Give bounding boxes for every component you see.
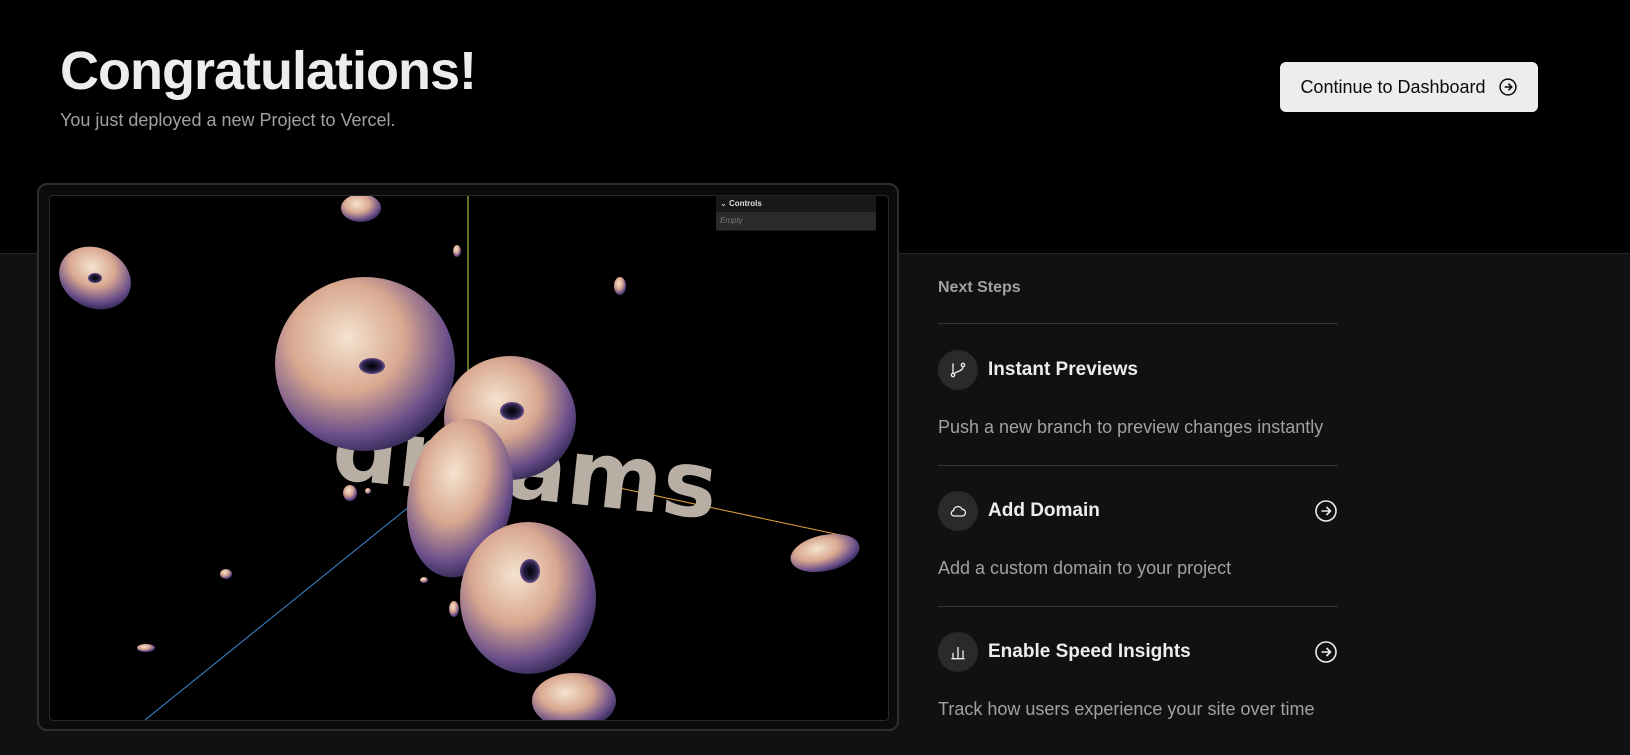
- arrow-circle-right-icon: [1498, 78, 1517, 96]
- step-add-domain[interactable]: Add Domain: [938, 490, 1338, 532]
- divider: [938, 606, 1338, 607]
- controls-header[interactable]: ⌄ Controls: [716, 196, 876, 212]
- page-subtitle: You just deployed a new Project to Verce…: [60, 110, 396, 130]
- cloud-icon: [938, 491, 978, 531]
- divider: [938, 323, 1338, 324]
- step-title: Instant Previews: [988, 359, 1138, 380]
- controls-empty-row: Empty: [716, 212, 876, 230]
- continue-to-dashboard-button[interactable]: Continue to Dashboard: [1280, 62, 1538, 112]
- arrow-circle-right-icon[interactable]: [1314, 499, 1338, 523]
- controls-panel[interactable]: ⌄ Controls Empty: [716, 196, 876, 231]
- step-instant-previews[interactable]: Instant Previews: [938, 349, 1338, 391]
- step-description: Push a new branch to preview changes ins…: [938, 417, 1324, 437]
- deployment-preview[interactable]: dreams ⌄ Controls: [49, 195, 889, 721]
- next-steps-heading: Next Steps: [938, 279, 1021, 296]
- chevron-down-icon: ⌄: [720, 199, 727, 208]
- step-enable-speed-insights[interactable]: Enable Speed Insights: [938, 631, 1338, 673]
- step-title: Enable Speed Insights: [988, 641, 1191, 662]
- donut-shapes: [59, 196, 860, 720]
- page-title: Congratulations!: [60, 41, 477, 101]
- step-description: Add a custom domain to your project: [938, 558, 1232, 578]
- git-branch-icon: [938, 350, 978, 390]
- bar-chart-icon: [938, 632, 978, 672]
- z-axis-line: [144, 505, 411, 720]
- divider: [938, 465, 1338, 466]
- step-title: Add Domain: [988, 500, 1100, 521]
- preview-scene: dreams: [59, 196, 860, 720]
- step-description: Track how users experience your site ove…: [938, 699, 1315, 719]
- controls-label: Controls: [728, 199, 762, 208]
- continue-to-dashboard-label: Continue to Dashboard: [1300, 76, 1486, 97]
- arrow-circle-right-icon[interactable]: [1314, 640, 1338, 664]
